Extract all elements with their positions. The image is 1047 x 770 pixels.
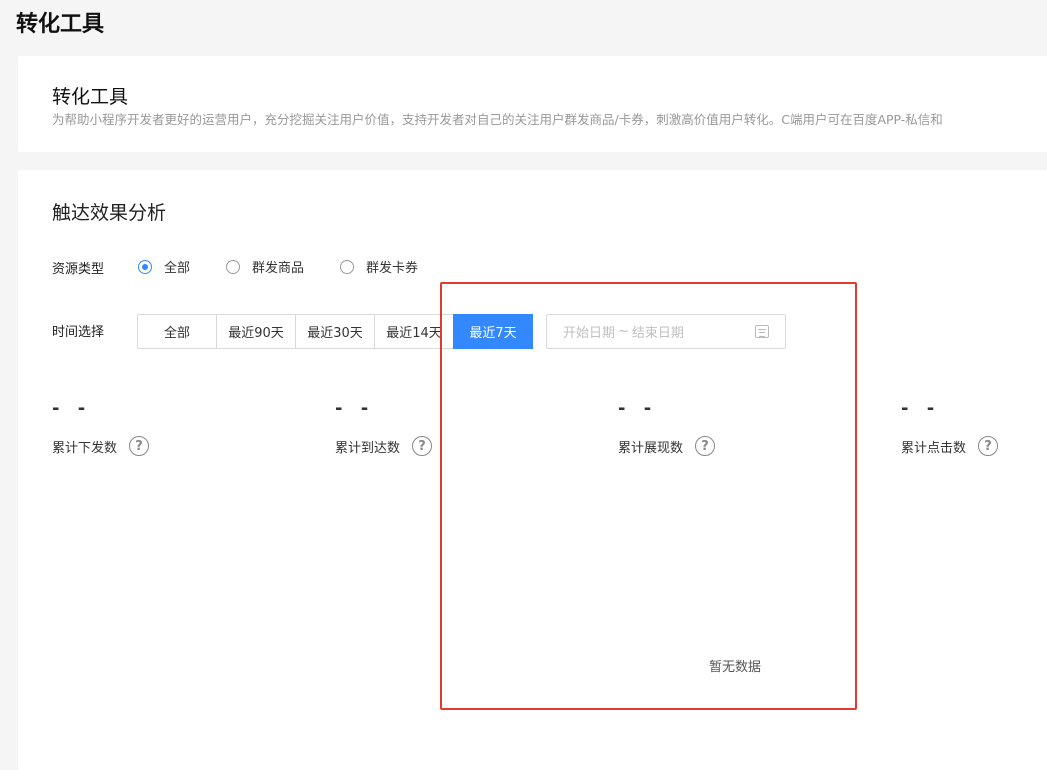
calendar-icon: [755, 325, 769, 338]
radio-checked-icon: [138, 259, 152, 274]
time-option-14d[interactable]: 最近14天: [374, 314, 454, 349]
intro-title: 转化工具: [52, 86, 129, 108]
metric-clicks: - - 累计点击数 ?: [901, 398, 999, 456]
metric-label: 累计下发数: [52, 440, 118, 456]
intro-description: 为帮助小程序开发者更好的运营用户，充分挖掘关注用户价值，支持开发者对自己的关注用…: [52, 112, 943, 127]
metric-value: - -: [52, 398, 92, 419]
radio-label: 群发卡券: [366, 261, 419, 276]
resource-type-label: 资源类型: [52, 262, 105, 277]
help-circle-icon[interactable]: ?: [129, 436, 150, 456]
metric-label: 累计展现数: [618, 440, 684, 456]
metric-delivered: - - 累计到达数 ?: [335, 398, 433, 456]
metric-sent: - - 累计下发数 ?: [52, 398, 150, 456]
radio-group-coupon[interactable]: 群发卡券: [340, 257, 418, 276]
page-title: 转化工具: [16, 12, 105, 37]
radio-unchecked-icon: [340, 259, 355, 274]
empty-state-text: 暂无数据: [709, 660, 762, 675]
time-option-90d[interactable]: 最近90天: [216, 314, 296, 349]
date-separator: ~: [618, 324, 629, 339]
date-range-picker[interactable]: 开始日期 ~ 结束日期: [546, 314, 786, 349]
radio-label: 全部: [164, 261, 191, 276]
radio-all[interactable]: 全部: [138, 257, 190, 276]
help-circle-icon[interactable]: ?: [412, 436, 433, 456]
start-date-placeholder: 开始日期: [563, 326, 616, 341]
radio-group-goods[interactable]: 群发商品: [226, 257, 304, 276]
help-circle-icon[interactable]: ?: [978, 436, 999, 456]
metric-value: - -: [618, 398, 658, 419]
metric-impressions: - - 累计展现数 ?: [618, 398, 716, 456]
time-range-segmented: 全部 最近90天 最近30天 最近14天 最近7天: [137, 314, 533, 349]
time-option-30d[interactable]: 最近30天: [295, 314, 375, 349]
metric-label: 累计点击数: [901, 440, 967, 456]
time-option-7d[interactable]: 最近7天: [453, 314, 533, 349]
time-option-all[interactable]: 全部: [137, 314, 217, 349]
resource-type-radio-group: 全部 群发商品 群发卡券: [138, 257, 454, 276]
radio-unchecked-icon: [226, 259, 241, 274]
help-circle-icon[interactable]: ?: [695, 436, 716, 456]
end-date-placeholder: 结束日期: [631, 326, 684, 341]
metric-value: - -: [901, 398, 941, 419]
radio-label: 群发商品: [252, 261, 305, 276]
metric-label: 累计到达数: [335, 440, 401, 456]
metric-value: - -: [335, 398, 375, 419]
intro-card: 转化工具 为帮助小程序开发者更好的运营用户，充分挖掘关注用户价值，支持开发者对自…: [18, 56, 1047, 152]
section-title: 触达效果分析: [52, 202, 167, 224]
time-select-label: 时间选择: [52, 325, 105, 340]
analysis-card: 触达效果分析 资源类型 全部 群发商品 群发卡券 时间选择 全部 最近90天 最…: [18, 170, 1047, 770]
